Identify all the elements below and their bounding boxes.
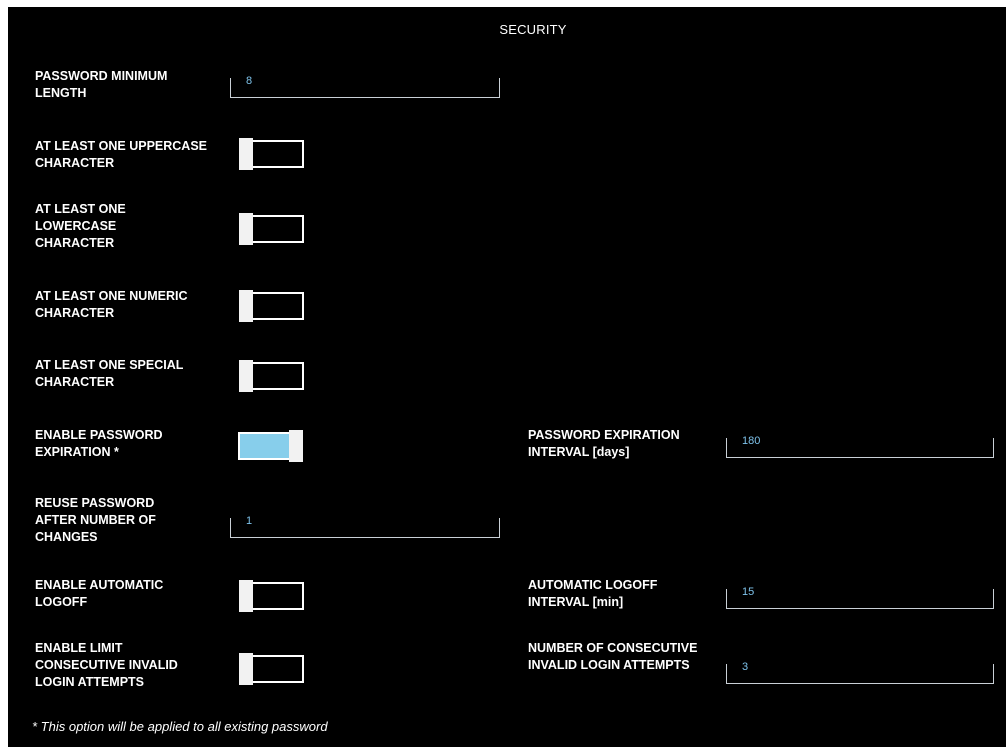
limit-invalid-toggle[interactable] (239, 653, 304, 685)
uppercase-toggle[interactable] (239, 138, 304, 170)
lowercase-label: AT LEAST ONE LOWERCASE CHARACTER (35, 202, 126, 250)
toggle-knob (239, 138, 253, 170)
min-length-value: 8 (246, 75, 253, 87)
min-length-input[interactable]: 8 (230, 75, 500, 98)
auto-logoff-toggle[interactable] (239, 580, 304, 612)
toggle-knob (289, 430, 303, 462)
min-length-label: PASSWORD MINIMUM LENGTH (35, 69, 168, 100)
toggle-knob (239, 290, 253, 322)
invalid-attempts-label: NUMBER OF CONSECUTIVE INVALID LOGIN ATTE… (528, 641, 698, 672)
special-label: AT LEAST ONE SPECIAL CHARACTER (35, 358, 184, 389)
toggle-knob (239, 213, 253, 245)
expiration-interval-value: 180 (742, 435, 761, 447)
limit-invalid-label: ENABLE LIMIT CONSECUTIVE INVALID LOGIN A… (35, 641, 178, 689)
logoff-interval-value: 15 (742, 586, 755, 598)
reuse-input[interactable]: 1 (230, 515, 500, 538)
numeric-label: AT LEAST ONE NUMERIC CHARACTER (35, 289, 188, 320)
auto-logoff-label: ENABLE AUTOMATIC LOGOFF (35, 578, 164, 609)
reuse-label: REUSE PASSWORD AFTER NUMBER OF CHANGES (35, 496, 156, 544)
expiration-label: ENABLE PASSWORD EXPIRATION * (35, 428, 163, 459)
logoff-interval-label: AUTOMATIC LOGOFF INTERVAL [min] (528, 578, 658, 609)
lowercase-toggle[interactable] (239, 213, 304, 245)
invalid-attempts-input[interactable]: 3 (726, 661, 994, 684)
logoff-interval-input[interactable]: 15 (726, 586, 994, 609)
expiration-interval-input[interactable]: 180 (726, 435, 994, 458)
toggle-knob (239, 360, 253, 392)
special-toggle[interactable] (239, 360, 304, 392)
invalid-attempts-value: 3 (742, 661, 749, 673)
expiration-interval-label: PASSWORD EXPIRATION INTERVAL [days] (528, 428, 680, 459)
security-panel: SECURITY PASSWORD MINIMUM LENGTH 8 AT LE… (8, 7, 1006, 747)
page-title: SECURITY (499, 22, 567, 37)
toggle-knob (239, 580, 253, 612)
expiration-toggle[interactable] (238, 430, 303, 462)
reuse-value: 1 (246, 515, 253, 527)
footnote: * This option will be applied to all exi… (32, 719, 328, 734)
uppercase-label: AT LEAST ONE UPPERCASE CHARACTER (35, 139, 208, 170)
toggle-knob (239, 653, 253, 685)
numeric-toggle[interactable] (239, 290, 304, 322)
